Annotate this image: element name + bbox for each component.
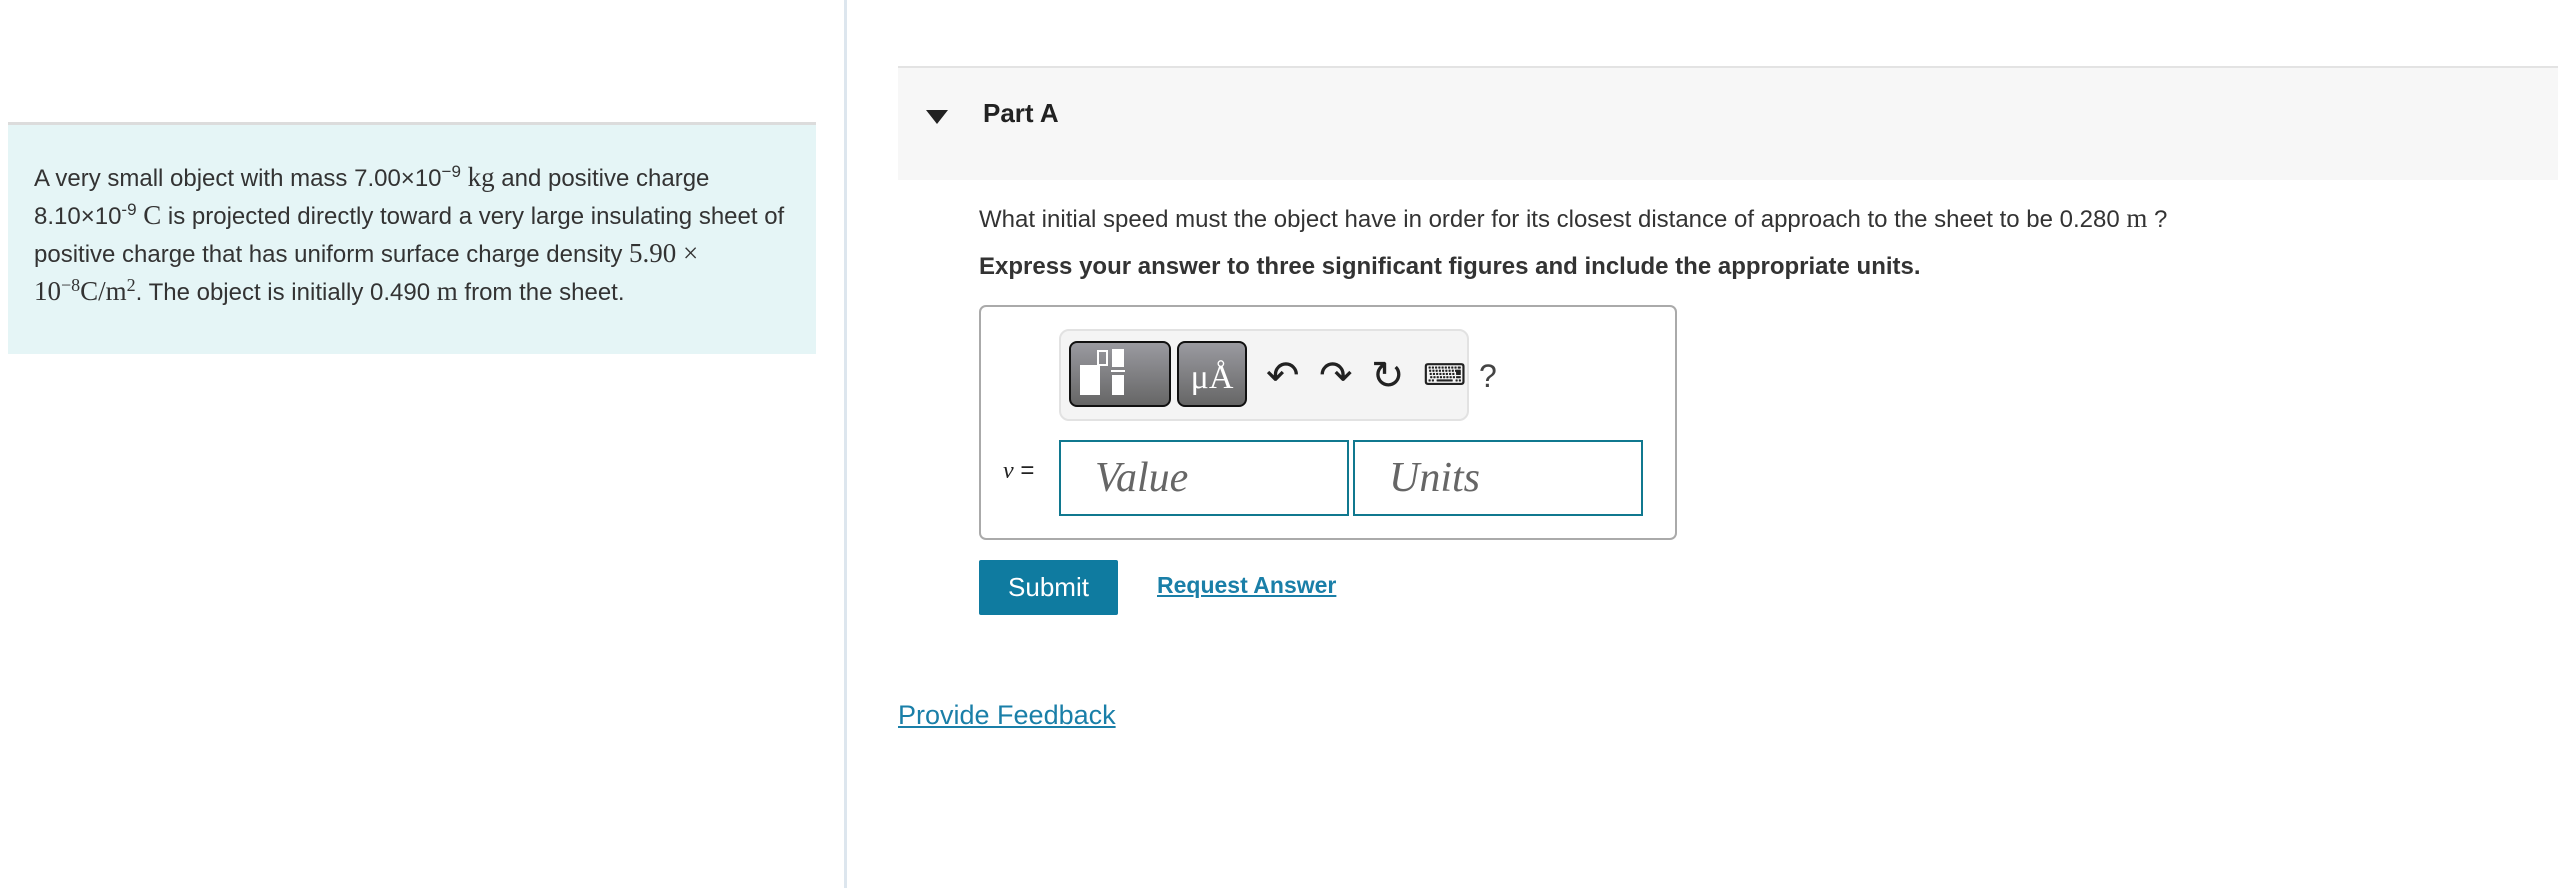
redo-icon[interactable]: ↷ <box>1319 351 1353 401</box>
units-icon: μÅ <box>1190 359 1234 396</box>
help-icon[interactable]: ? <box>1479 351 1497 401</box>
exponent: −9 <box>441 162 461 181</box>
provide-feedback-link[interactable]: Provide Feedback <box>898 700 1116 731</box>
units-button[interactable]: μÅ <box>1177 341 1247 407</box>
problem-text: . The object is initially 0.490 <box>135 279 437 306</box>
exponent: 2 <box>126 275 136 295</box>
math-toolbar: μÅ ↶ ↷ ↻ ⌨ ? <box>1059 329 1497 421</box>
answer-box: μÅ ↶ ↷ ↻ ⌨ ? v = Value Units <box>979 305 1677 540</box>
problem-text: A very small object with mass 7.00×10 <box>34 165 442 192</box>
equals-sign: = <box>1013 457 1035 484</box>
value-input[interactable]: Value <box>1059 440 1349 516</box>
exponent: -9 <box>121 200 137 219</box>
unit: m <box>2126 203 2148 233</box>
math: C/m <box>80 276 127 306</box>
exponent: −8 <box>61 275 81 295</box>
instruction-text: Express your answer to three significant… <box>979 253 1921 280</box>
problem-statement: A very small object with mass 7.00×10−9 … <box>8 122 816 354</box>
templates-button[interactable] <box>1069 341 1171 407</box>
panel-divider <box>844 0 847 888</box>
keyboard-icon[interactable]: ⌨ <box>1423 351 1466 401</box>
question-end: ? <box>2147 206 2168 233</box>
variable: v <box>1003 458 1014 484</box>
unit: kg <box>467 162 495 192</box>
problem-text: 8.10×10 <box>34 203 122 230</box>
undo-icon[interactable]: ↶ <box>1266 351 1300 401</box>
part-a-header[interactable]: Part A <box>898 66 2558 180</box>
unit: m <box>436 276 458 306</box>
question-text: What initial speed must the object have … <box>979 203 2167 234</box>
reset-icon[interactable]: ↻ <box>1371 351 1405 401</box>
problem-text: from the sheet. <box>457 279 625 306</box>
problem-text: and positive charge <box>494 165 710 192</box>
collapse-triangle-icon[interactable] <box>926 110 948 124</box>
request-answer-link[interactable]: Request Answer <box>1157 572 1336 599</box>
unit: C <box>143 200 162 230</box>
part-title: Part A <box>983 98 1059 128</box>
question-body: What initial speed must the object have … <box>979 206 2127 233</box>
submit-button[interactable]: Submit <box>979 560 1118 615</box>
units-input[interactable]: Units <box>1353 440 1643 516</box>
variable-label: v = <box>1003 457 1034 485</box>
templates-icon <box>1080 349 1125 395</box>
